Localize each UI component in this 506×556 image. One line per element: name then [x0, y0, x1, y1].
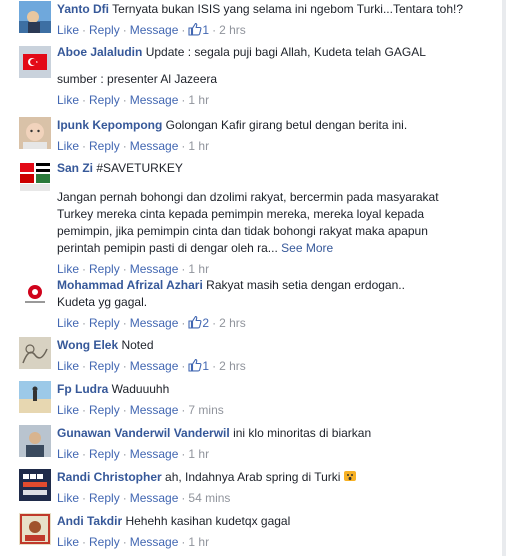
message-link[interactable]: Message [130, 491, 179, 505]
timestamp[interactable]: 1 hr [188, 447, 209, 461]
comment-author[interactable]: Fp Ludra [57, 382, 108, 396]
reply-link[interactable]: Reply [89, 535, 120, 549]
like-link[interactable]: Like [57, 93, 79, 107]
avatar[interactable] [19, 513, 51, 545]
like-link[interactable]: Like [57, 23, 79, 37]
comment-text: Golongan Kafir girang betul dengan berit… [165, 118, 408, 132]
comment-text: Hehehh kasihan kudetqx gagal [125, 514, 291, 528]
message-link[interactable]: Message [130, 139, 179, 153]
reply-link[interactable]: Reply [89, 23, 120, 37]
avatar[interactable] [19, 425, 51, 457]
comment-author[interactable]: Aboe Jalaludin [57, 45, 142, 59]
like-link[interactable]: Like [57, 447, 79, 461]
thumbs-up-icon[interactable] [188, 358, 202, 372]
comment-author[interactable]: Yanto Dfi [57, 2, 109, 16]
avatar[interactable] [19, 337, 51, 369]
comment-author[interactable]: Randi Christopher [57, 470, 162, 484]
comment-text: Noted [121, 338, 154, 352]
see-more-link[interactable]: See More [281, 241, 333, 255]
comment-feed: Yanto Dfi Ternyata bukan ISIS yang selam… [0, 0, 506, 556]
message-link[interactable]: Message [130, 262, 179, 276]
comment-author[interactable]: Andi Takdir [57, 514, 122, 528]
avatar[interactable] [19, 117, 51, 149]
comment-author[interactable]: Wong Elek [57, 338, 118, 352]
like-link[interactable]: Like [57, 535, 79, 549]
timestamp[interactable]: 54 mins [188, 491, 230, 505]
timestamp[interactable]: 2 hrs [219, 359, 246, 373]
comment-text: Kudeta yg gagal. [57, 295, 148, 309]
comment-actions: Like · Reply · Message · 1 · 2 hrs [57, 358, 246, 373]
comment-text: Update : segala puji bagi Allah, Kudeta … [145, 45, 426, 59]
avatar[interactable] [19, 381, 51, 413]
reply-link[interactable]: Reply [89, 491, 120, 505]
timestamp[interactable]: 1 hr [188, 139, 209, 153]
message-link[interactable]: Message [130, 316, 179, 330]
comment-text: Ternyata bukan ISIS yang selama ini ngeb… [112, 2, 464, 16]
timestamp[interactable]: 1 hr [188, 93, 209, 107]
reply-link[interactable]: Reply [89, 93, 120, 107]
reply-link[interactable]: Reply [89, 316, 120, 330]
reply-link[interactable]: Reply [89, 359, 120, 373]
like-link[interactable]: Like [57, 491, 79, 505]
message-link[interactable]: Message [130, 403, 179, 417]
wow-reaction-icon[interactable] [343, 469, 357, 483]
timestamp[interactable]: 2 hrs [219, 316, 246, 330]
comment-text: pemimpin, jika pemimpin cinta dan tidak … [57, 224, 428, 238]
message-link[interactable]: Message [130, 359, 179, 373]
like-link[interactable]: Like [57, 403, 79, 417]
timestamp[interactable]: 1 hr [188, 262, 209, 276]
comment-actions: Like · Reply · Message · 1 · 2 hrs [57, 22, 246, 37]
scrollbar[interactable] [502, 0, 506, 556]
comment-actions: Like · Reply · Message · 1 hr [57, 535, 210, 549]
comment-text: ini klo minoritas di biarkan [233, 426, 372, 440]
like-count[interactable]: 1 [202, 23, 209, 37]
like-link[interactable]: Like [57, 139, 79, 153]
message-link[interactable]: Message [130, 447, 179, 461]
comment-actions: Like · Reply · Message · 1 hr [57, 447, 210, 461]
comment-text: Jangan pernah bohongi dan dzolimi rakyat… [57, 190, 439, 204]
message-link[interactable]: Message [130, 23, 179, 37]
like-link[interactable]: Like [57, 359, 79, 373]
comment-author[interactable]: San Zi [57, 161, 93, 175]
reply-link[interactable]: Reply [89, 447, 120, 461]
like-link[interactable]: Like [57, 316, 79, 330]
comment-actions: Like · Reply · Message · 1 hr [57, 139, 210, 153]
reply-link[interactable]: Reply [89, 262, 120, 276]
reply-link[interactable]: Reply [89, 403, 120, 417]
comment-text: Waduuuhh [111, 382, 170, 396]
message-link[interactable]: Message [130, 535, 179, 549]
comment-author[interactable]: Mohammad Afrizal Azhari [57, 278, 203, 292]
message-link[interactable]: Message [130, 93, 179, 107]
avatar[interactable] [19, 1, 51, 33]
comment-author[interactable]: Ipunk Kepompong [57, 118, 162, 132]
timestamp[interactable]: 2 hrs [219, 23, 246, 37]
like-link[interactable]: Like [57, 262, 79, 276]
comment-text: ah, Indahnya Arab spring di Turki [165, 470, 341, 484]
like-count[interactable]: 1 [202, 359, 209, 373]
reply-link[interactable]: Reply [89, 139, 120, 153]
like-count[interactable]: 2 [202, 316, 209, 330]
timestamp[interactable]: 1 hr [188, 535, 209, 549]
comment-text: Turkey mereka cinta kepada pemimpin mere… [57, 207, 425, 221]
comment-text: Rakyat masih setia dengan erdogan.. [206, 278, 405, 292]
avatar[interactable] [19, 469, 51, 501]
comment-actions: Like · Reply · Message · 2 · 2 hrs [57, 315, 246, 330]
avatar[interactable] [19, 160, 51, 192]
comment-actions: Like · Reply · Message · 1 hr [57, 262, 210, 276]
avatar[interactable] [19, 277, 51, 309]
thumbs-up-icon[interactable] [188, 22, 202, 36]
thumbs-up-icon[interactable] [188, 315, 202, 329]
comment-actions: Like · Reply · Message · 7 mins [57, 403, 224, 417]
comment-actions: Like · Reply · Message · 54 mins [57, 491, 231, 505]
timestamp[interactable]: 7 mins [188, 403, 223, 417]
comment-actions: Like · Reply · Message · 1 hr [57, 93, 210, 107]
comment-text: sumber : presenter Al Jazeera [57, 72, 218, 86]
comment-text: perintah pemipin pasti di dengar oleh ra… [57, 241, 278, 255]
comment-text: #SAVETURKEY [96, 161, 183, 175]
avatar[interactable] [19, 46, 51, 78]
comment-author[interactable]: Gunawan Vanderwil Vanderwil [57, 426, 230, 440]
